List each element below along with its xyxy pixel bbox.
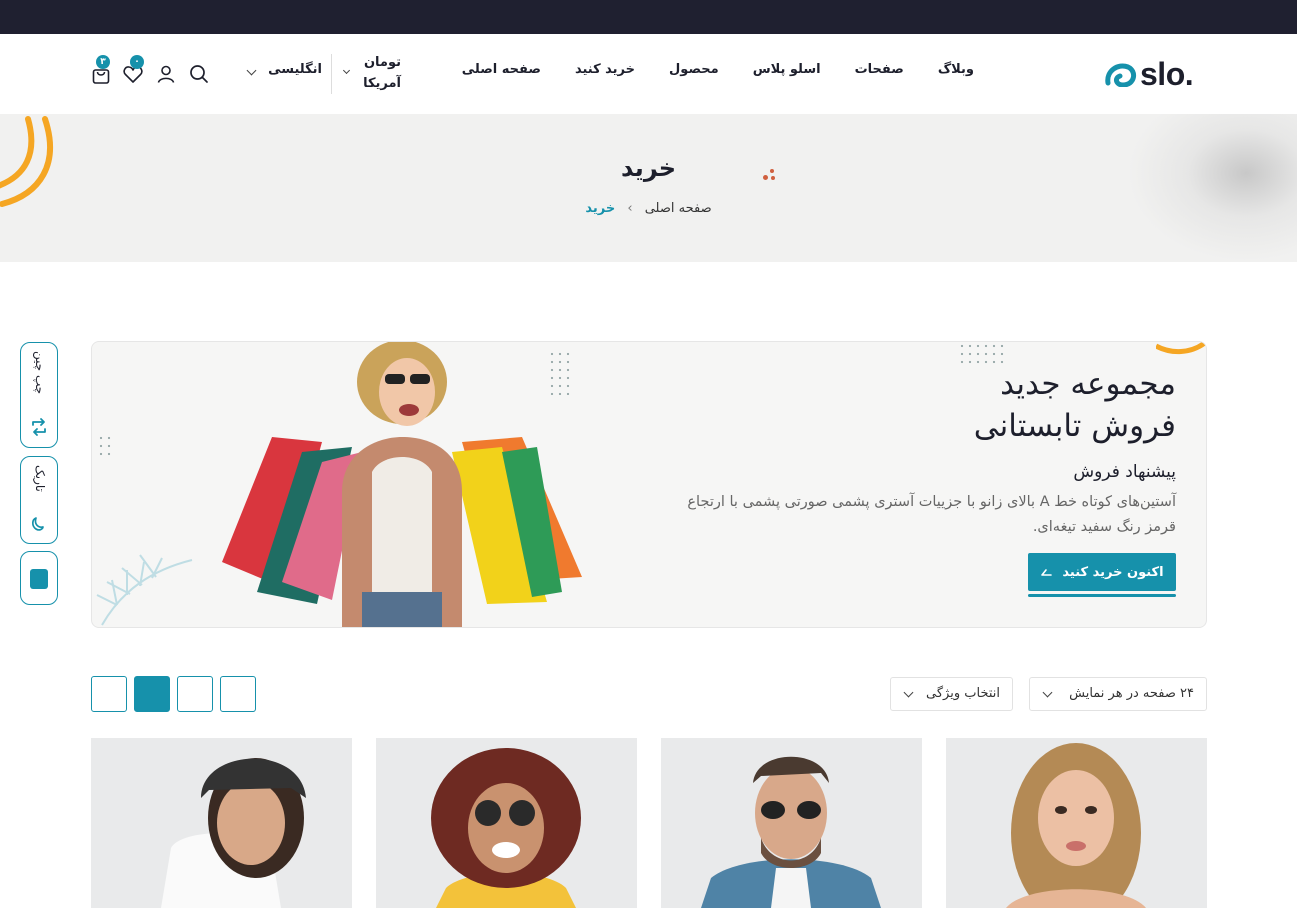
- swap-arrows-icon: [32, 418, 46, 436]
- product-image: [701, 756, 881, 908]
- main-nav: صفحه اصلی خرید کنید محصول اسلو پلاس صفحا…: [445, 62, 991, 77]
- account-button[interactable]: [155, 63, 177, 85]
- cart-count-badge: ۳: [96, 55, 110, 69]
- cart-button[interactable]: ۳: [90, 55, 112, 85]
- color-picker-button[interactable]: [20, 551, 58, 605]
- product-image: [1006, 743, 1146, 908]
- grid-view-button[interactable]: [177, 676, 213, 712]
- product-card[interactable]: [376, 738, 637, 908]
- banner-title-line1: مجموعه جدید: [1000, 366, 1176, 402]
- per-page-select-label: ۲۴ صفحه در هر نمایش: [1069, 686, 1194, 701]
- nav-item-shop[interactable]: خرید کنید: [558, 62, 652, 77]
- list-view-button[interactable]: [220, 676, 256, 712]
- button-underline: [1028, 594, 1176, 597]
- currency-label-line1: تومان: [363, 55, 401, 70]
- feature-select[interactable]: انتخاب ویژگی: [890, 677, 1013, 711]
- grid-view-button[interactable]: [91, 676, 127, 712]
- user-icon: [157, 65, 175, 83]
- wishlist-button[interactable]: ۰: [122, 55, 144, 85]
- feature-select-label: انتخاب ویژگی: [926, 686, 1000, 701]
- moon-icon: [31, 517, 44, 531]
- shop-now-label: اکنون خرید کنید: [1062, 564, 1164, 580]
- top-bar: [0, 0, 1297, 34]
- search-button[interactable]: [188, 63, 210, 85]
- nav-item-product[interactable]: محصول: [652, 62, 736, 77]
- model-with-shopping-bags-image: [222, 342, 582, 627]
- nav-item-blog[interactable]: وبلاگ: [921, 62, 991, 77]
- wishlist-count-badge: ۰: [130, 55, 144, 69]
- search-icon: [190, 65, 208, 83]
- product-image: [161, 758, 306, 908]
- chevron-down-icon: [246, 65, 257, 76]
- chevron-down-icon: [903, 687, 914, 698]
- site-header: slo. صفحه اصلی خرید کنید محصول اسلو پلاس…: [0, 34, 1297, 114]
- shop-toolbar: انتخاب ویژگی ۲۴ صفحه در هر نمایش: [91, 676, 1207, 712]
- breadcrumb: صفحه اصلی › خرید: [0, 201, 1297, 216]
- rtl-toggle-button[interactable]: چپ چین: [20, 342, 58, 448]
- nav-item-oslo-plus[interactable]: اسلو پلاس: [736, 62, 838, 77]
- logo[interactable]: slo.: [1104, 54, 1194, 94]
- product-card[interactable]: [661, 738, 922, 908]
- page-title: خرید: [620, 154, 677, 182]
- banner-subtitle: پیشنهاد فروش: [1073, 462, 1176, 482]
- dark-mode-button[interactable]: تاریک: [20, 456, 58, 544]
- logo-text: slo.: [1140, 55, 1194, 92]
- currency-select[interactable]: تومان آمریکا: [342, 52, 401, 96]
- nav-item-pages[interactable]: صفحات: [838, 62, 921, 77]
- arrow-icon: [1041, 569, 1053, 576]
- decorative-plant-shadow: [1127, 114, 1297, 262]
- decorative-dot-grid: [958, 342, 1004, 364]
- product-card[interactable]: [946, 738, 1207, 908]
- rtl-toggle-label: چپ چین: [33, 351, 47, 395]
- page-hero: خرید صفحه اصلی › خرید: [0, 114, 1297, 262]
- product-grid: [91, 738, 1207, 908]
- grid-view-button-active[interactable]: [134, 676, 170, 712]
- logo-mark-icon: [1105, 63, 1137, 87]
- banner-description: آستین‌های کوتاه خط A بالای زانو با جزییا…: [687, 494, 1176, 535]
- chevron-down-icon: [1042, 687, 1053, 698]
- product-image: [431, 748, 581, 908]
- breadcrumb-home-link[interactable]: صفحه اصلی: [645, 201, 712, 216]
- product-card[interactable]: [91, 738, 352, 908]
- promo-banner: مجموعه جدید فروش تابستانی پیشنهاد فروش آ…: [91, 341, 1207, 628]
- decorative-arc: [1156, 342, 1206, 354]
- decorative-dot-grid: [97, 434, 113, 456]
- language-select[interactable]: انگلیسی: [246, 62, 322, 84]
- currency-label-line2: آمریکا: [363, 76, 401, 91]
- breadcrumb-current: خرید: [585, 201, 616, 216]
- color-swatch: [30, 569, 48, 589]
- dark-mode-label: تاریک: [33, 465, 47, 492]
- decorative-leaf: [96, 554, 193, 626]
- per-page-select[interactable]: ۲۴ صفحه در هر نمایش: [1029, 677, 1207, 711]
- breadcrumb-separator: ›: [627, 201, 633, 216]
- chevron-down-icon: [342, 66, 351, 75]
- nav-item-home[interactable]: صفحه اصلی: [445, 62, 558, 77]
- language-label: انگلیسی: [268, 62, 322, 77]
- shop-now-button[interactable]: اکنون خرید کنید: [1028, 553, 1176, 591]
- banner-title-line2: فروش تابستانی: [973, 408, 1176, 444]
- header-divider: [331, 54, 332, 94]
